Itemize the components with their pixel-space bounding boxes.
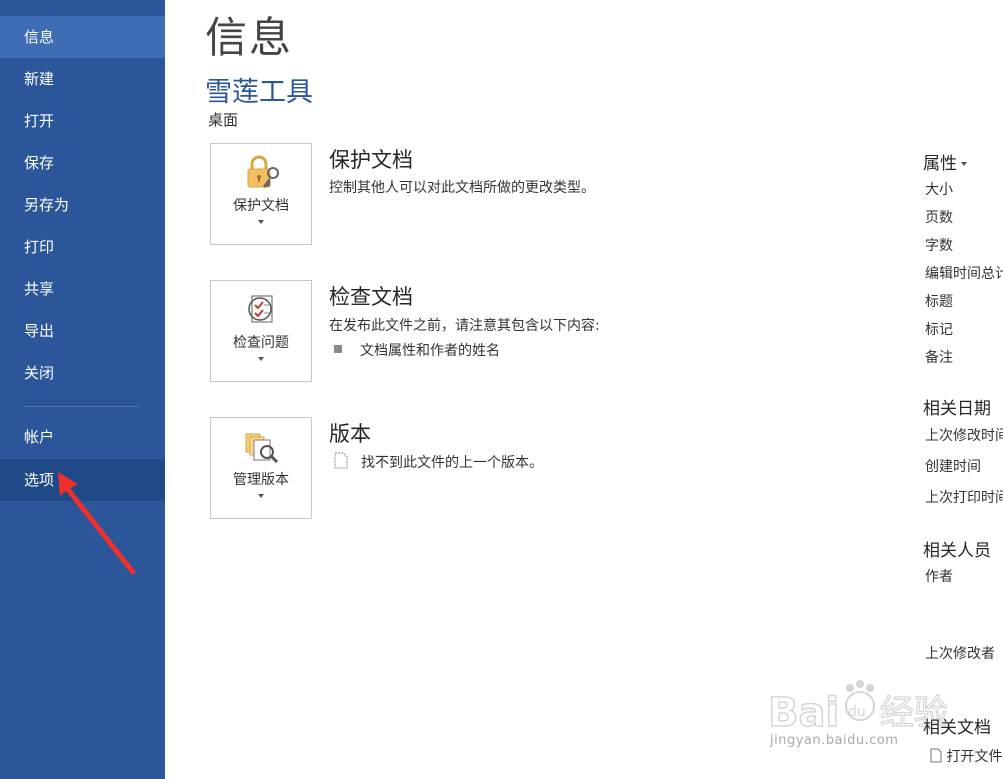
nav-item-account[interactable]: 帐户 <box>0 416 165 458</box>
nav-item-label: 导出 <box>24 322 55 340</box>
nav-item-save-as[interactable]: 另存为 <box>0 184 165 226</box>
manage-versions-label: 管理版本 <box>233 472 289 488</box>
protect-document-button[interactable]: 保护文档 <box>210 143 312 245</box>
document-location: 桌面 <box>208 111 239 129</box>
document-icon <box>334 452 348 469</box>
protect-document-label: 保护文档 <box>233 198 289 214</box>
nav-item-label: 关闭 <box>24 364 55 382</box>
properties-panel: 属性 大小 页数 字数 编辑时间总计 标题 标记 备注 相关日期 上次修改时间 … <box>922 0 1003 779</box>
open-file-location-label: 打开文件位置 <box>946 749 1003 765</box>
protect-document-desc: 控制其他人可以对此文档所做的更改类型。 <box>329 180 595 196</box>
date-created: 创建时间 <box>925 459 981 475</box>
property-comments: 备注 <box>925 350 953 366</box>
check-for-issues-button[interactable]: 检查问题 <box>210 280 312 382</box>
inspect-document-desc: 在发布此文件之前，请注意其包含以下内容: <box>329 318 600 334</box>
related-people-header: 相关人员 <box>923 541 991 561</box>
nav-item-save[interactable]: 保存 <box>0 142 165 184</box>
property-words: 字数 <box>925 238 953 254</box>
property-edit-time: 编辑时间总计 <box>925 266 1003 282</box>
property-pages: 页数 <box>925 210 953 226</box>
nav-item-label: 保存 <box>24 154 55 172</box>
manage-versions-button[interactable]: 管理版本 <box>210 417 312 519</box>
nav-item-open[interactable]: 打开 <box>0 100 165 142</box>
svg-text:Bai: Bai <box>768 690 839 736</box>
inspect-document-bullet: 文档属性和作者的姓名 <box>360 343 500 359</box>
inspect-document-icon <box>248 295 273 323</box>
nav-item-label: 共享 <box>24 280 55 298</box>
nav-item-close[interactable]: 关闭 <box>0 352 165 394</box>
svg-text:经验: 经验 <box>880 693 948 733</box>
lock-icon <box>247 155 279 188</box>
nav-item-share[interactable]: 共享 <box>0 268 165 310</box>
properties-header: 属性 <box>923 154 957 174</box>
versions-title: 版本 <box>329 422 371 446</box>
date-last-printed: 上次打印时间 <box>925 490 1003 506</box>
svg-text:du: du <box>848 704 866 720</box>
watermark-url: jingyan.baidu.com <box>770 733 899 748</box>
bullet-icon <box>334 345 342 353</box>
nav-item-label: 打开 <box>24 112 55 130</box>
properties-dropdown[interactable]: 属性 <box>923 149 967 174</box>
chevron-down-icon <box>961 162 967 166</box>
annotation-arrow <box>58 472 136 575</box>
related-dates-header: 相关日期 <box>923 399 991 419</box>
nav-item-label: 选项 <box>24 471 55 489</box>
nav-item-info[interactable]: 信息 <box>0 16 165 58</box>
document-name: 雪莲工具 <box>205 77 313 108</box>
nav-item-print[interactable]: 打印 <box>0 226 165 268</box>
last-modified-by-label: 上次修改者 <box>925 646 995 662</box>
backstage-sidebar: 信息 新建 打开 保存 另存为 打印 共享 导出 关闭 帐户 选项 <box>0 0 165 779</box>
nav-item-label: 帐户 <box>24 428 55 446</box>
nav-item-label: 另存为 <box>24 196 70 214</box>
nav-item-new[interactable]: 新建 <box>0 58 165 100</box>
nav-item-export[interactable]: 导出 <box>0 310 165 352</box>
inspect-document-title: 检查文档 <box>329 285 413 309</box>
page-title: 信息 <box>205 13 294 62</box>
nav-item-label: 新建 <box>24 70 55 88</box>
protect-document-title: 保护文档 <box>329 148 413 172</box>
chevron-down-icon <box>258 357 264 361</box>
nav-item-label: 信息 <box>24 28 55 46</box>
author-label: 作者 <box>925 569 953 585</box>
chevron-down-icon <box>258 494 264 498</box>
property-size: 大小 <box>925 182 953 198</box>
chevron-down-icon <box>258 220 264 224</box>
date-last-modified: 上次修改时间 <box>925 428 1003 444</box>
versions-desc: 找不到此文件的上一个版本。 <box>361 455 543 471</box>
check-for-issues-label: 检查问题 <box>233 335 289 351</box>
property-title: 标题 <box>925 294 953 310</box>
back-button[interactable] <box>0 0 165 2</box>
nav-item-label: 打印 <box>24 238 55 256</box>
sidebar-divider <box>24 406 139 407</box>
manage-versions-icon <box>245 433 279 464</box>
property-tags: 标记 <box>925 322 953 338</box>
